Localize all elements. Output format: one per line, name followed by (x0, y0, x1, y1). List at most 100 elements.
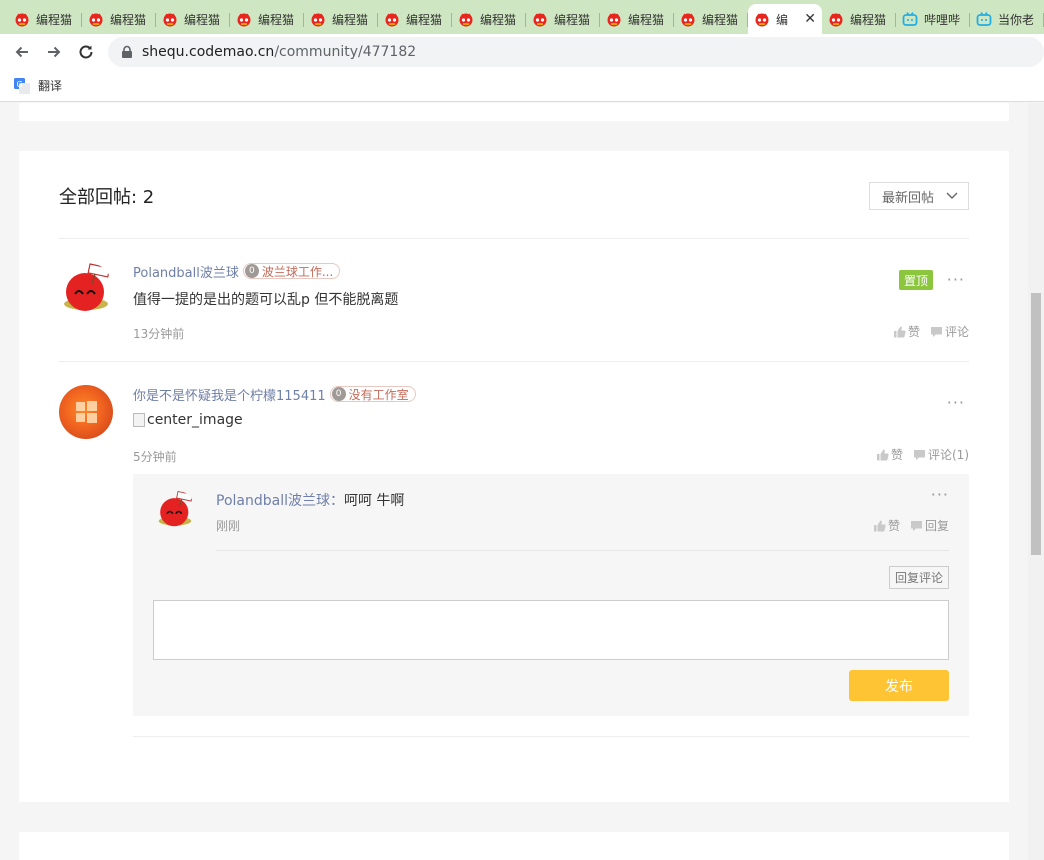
tab[interactable]: 编程猫 (378, 4, 452, 34)
back-button[interactable] (6, 36, 38, 68)
codemao-icon (828, 11, 844, 27)
page-scrollbar[interactable] (1028, 103, 1044, 860)
more-options-button[interactable]: ··· (947, 272, 965, 288)
studio-level: 0 (331, 387, 346, 401)
comment-line: Polandball波兰球：呵呵 牛啊 (216, 490, 404, 510)
publish-button[interactable]: 发布 (849, 670, 949, 701)
scrollbar-thumb[interactable] (1031, 293, 1041, 555)
pinned-badge: 置顶 (898, 270, 933, 290)
post-divider (59, 361, 969, 362)
thumbs-up-icon (873, 520, 886, 531)
avatar[interactable] (59, 262, 113, 316)
polandball-avatar-icon (59, 262, 113, 316)
sort-dropdown-label: 最新回帖 (882, 190, 935, 206)
reply-label: 回复 (924, 519, 949, 533)
comments-panel: Polandball波兰球：呵呵 牛啊 ··· 刚刚 赞 回复 回复评论 发布 (133, 474, 969, 716)
like-label: 赞 (890, 448, 903, 462)
tab[interactable]: 编程猫 (230, 4, 304, 34)
comment-button[interactable]: 评论 (930, 323, 969, 340)
reload-icon (79, 45, 93, 59)
tab-title: 编程猫 (184, 12, 221, 27)
tab[interactable]: 编程猫 (674, 4, 748, 34)
studio-level: 0 (244, 264, 259, 278)
close-tab-icon[interactable]: ✕ (804, 11, 816, 27)
reply-post-body: Polandball波兰球 0 波兰球工作... 值得一提的是出的题可以乱p 但… (133, 262, 969, 309)
tab[interactable]: 编程猫 (452, 4, 526, 34)
codemao-icon (680, 11, 696, 27)
tab-title: 编程猫 (480, 12, 517, 27)
tab[interactable]: 编程猫 (600, 4, 674, 34)
chevron-down-icon (946, 192, 958, 199)
comment-like-button[interactable]: 赞 (873, 517, 900, 534)
tab-title: 编程猫 (332, 12, 369, 27)
tab[interactable]: 当你老 (970, 4, 1044, 34)
tab-title: 编程猫 (702, 12, 739, 27)
author-name[interactable]: 你是不是怀疑我是个柠檬115411 (133, 385, 326, 404)
codemao-icon (14, 11, 30, 27)
codemao-icon (310, 11, 326, 27)
bilibili-icon (976, 11, 992, 27)
thumbs-up-icon (876, 449, 889, 460)
comment-actions: 赞 回复 (863, 517, 949, 534)
comment-item: Polandball波兰球：呵呵 牛啊 ··· 刚刚 赞 回复 (155, 487, 949, 552)
comment-author[interactable]: Polandball波兰球 (216, 493, 330, 509)
more-options-button[interactable]: ··· (947, 395, 965, 411)
codemao-icon (384, 11, 400, 27)
studio-badge[interactable]: 0 波兰球工作... (242, 263, 341, 279)
tab[interactable]: 编程猫 (82, 4, 156, 34)
comment-icon (930, 326, 942, 337)
tab[interactable]: 编程猫 (526, 4, 600, 34)
arrow-left-icon (15, 46, 28, 58)
tab-title: 编程猫 (628, 12, 665, 27)
bookmark-translate-label: 翻译 (38, 79, 63, 93)
svg-text:G: G (17, 80, 23, 89)
sort-dropdown[interactable]: 最新回帖 (869, 182, 969, 210)
reply-actions: 赞 评论(1) (866, 446, 969, 463)
comment-label: 评论 (944, 325, 969, 339)
reply-input[interactable] (153, 600, 949, 660)
like-button[interactable]: 赞 (876, 446, 903, 463)
comment-button[interactable]: 评论(1) (913, 446, 969, 463)
forward-button[interactable] (38, 36, 70, 68)
window-logo-icon (76, 401, 97, 423)
tab[interactable]: 编程猫 (156, 4, 230, 34)
tab-title: 编程猫 (258, 12, 295, 27)
reply-time: 5分钟前 (133, 450, 177, 464)
image-alt-text: center_image (147, 412, 243, 428)
studio-name: 没有工作室 (348, 387, 409, 402)
replies-card: 全部回帖: 2 最新回帖 Polandball波兰球 0 波兰球工作... 值得… (19, 151, 1009, 802)
comment-reply-button[interactable]: 回复 (910, 517, 949, 534)
address-bar[interactable]: shequ.codemao.cn/community/477182 (108, 37, 1044, 67)
tab-title: 编 (776, 12, 789, 27)
bookmark-translate[interactable]: G 翻译 (14, 77, 62, 94)
codemao-icon (236, 11, 252, 27)
comment-more-button[interactable]: ··· (931, 487, 949, 503)
codemao-icon (88, 11, 104, 27)
page-viewport: 全部回帖: 2 最新回帖 Polandball波兰球 0 波兰球工作... 值得… (0, 103, 1028, 860)
tab[interactable]: 编程猫 (8, 4, 82, 34)
reload-button[interactable] (70, 36, 102, 68)
url-path: /community/477182 (274, 44, 417, 60)
tab[interactable]: 编程猫 (304, 4, 378, 34)
tab-title: 编程猫 (406, 12, 443, 27)
url-host: shequ.codemao.cn (142, 44, 275, 60)
reply-text: 值得一提的是出的题可以乱p 但不能脱离题 (133, 292, 399, 308)
studio-badge[interactable]: 0 没有工作室 (329, 386, 416, 402)
replies-header: 全部回帖: 2 最新回帖 (59, 181, 969, 211)
tab[interactable]: 编程猫 (822, 4, 896, 34)
replies-count-title: 全部回帖: 2 (59, 187, 155, 208)
comment-divider (216, 550, 949, 551)
tab[interactable]: 哔哩哔 (896, 4, 970, 34)
reply-comment-button[interactable]: 回复评论 (888, 566, 949, 589)
lock-icon (122, 45, 132, 58)
studio-name: 波兰球工作... (261, 264, 334, 279)
tab-title: 当你老 (998, 12, 1035, 27)
tab-title: 哔哩哔 (924, 12, 961, 27)
avatar[interactable] (155, 490, 195, 530)
author-name[interactable]: Polandball波兰球 (133, 262, 239, 281)
tab-active[interactable]: 编 ✕ (748, 4, 822, 34)
like-button[interactable]: 赞 (893, 323, 920, 340)
avatar[interactable] (59, 385, 113, 439)
codemao-icon (754, 11, 770, 27)
reply-actions: 赞 评论 (883, 323, 969, 340)
